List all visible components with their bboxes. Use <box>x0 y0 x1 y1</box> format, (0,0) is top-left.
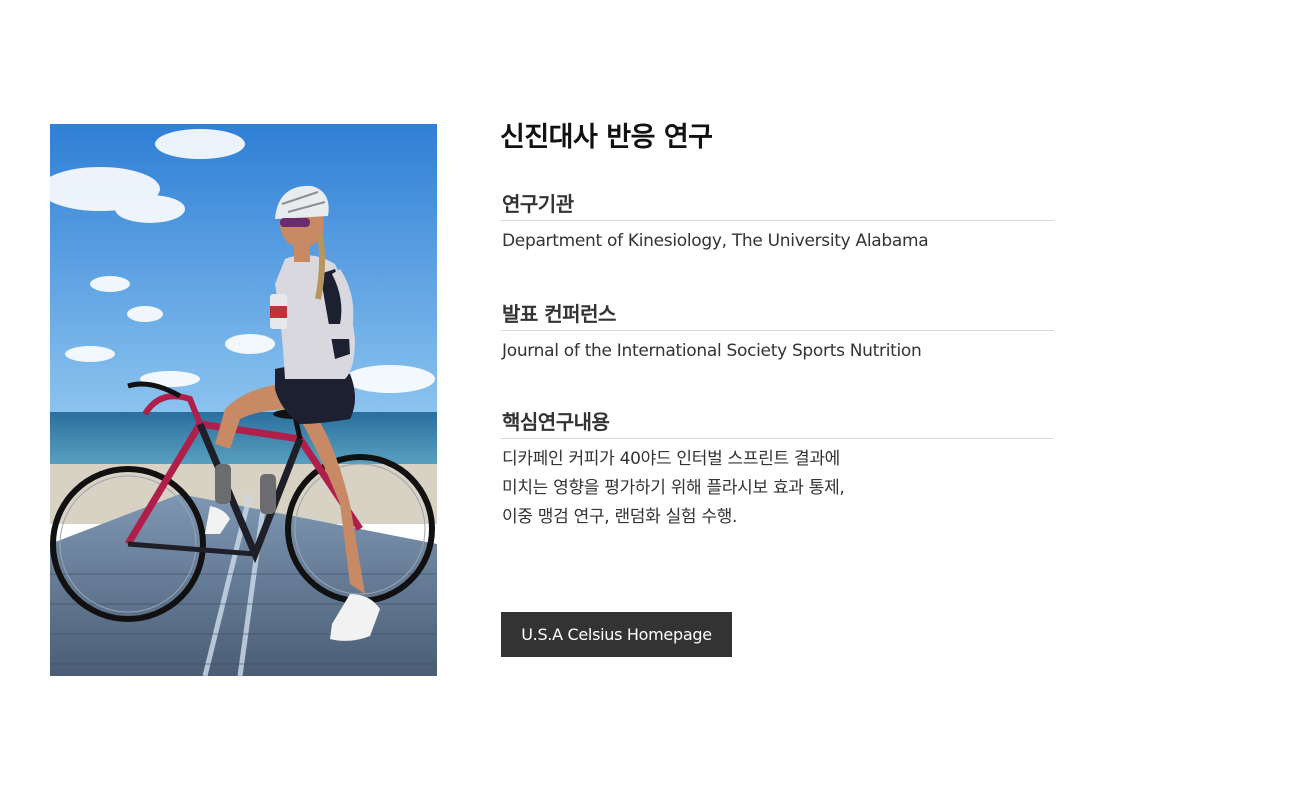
section-research-institution: 연구기관 Department of Kinesiology, The Univ… <box>500 188 1054 256</box>
section-body: 디카페인 커피가 40야드 인터벌 스프린트 결과에 미치는 영향을 평가하기 … <box>500 445 1054 532</box>
section-text-line: Department of Kinesiology, The Universit… <box>502 231 929 251</box>
section-body: Journal of the International Society Spo… <box>500 337 1054 366</box>
section-body: Department of Kinesiology, The Universit… <box>500 227 1054 256</box>
section-text-line: 이중 맹검 연구, 랜덤화 실험 수행. <box>502 507 738 527</box>
study-content: 신진대사 반응 연구 연구기관 Department of Kinesiolog… <box>500 118 1056 527</box>
page-title: 신진대사 반응 연구 <box>500 122 713 153</box>
celsius-homepage-button[interactable]: U.S.A Celsius Homepage <box>501 612 732 657</box>
section-heading: 핵심연구내용 <box>500 406 1054 439</box>
section-text-line: 미치는 영향을 평가하기 위해 플라시보 효과 통제, <box>502 478 845 498</box>
section-text-line: Journal of the International Society Spo… <box>502 341 922 361</box>
section-key-findings: 핵심연구내용 디카페인 커피가 40야드 인터벌 스프린트 결과에 미치는 영향… <box>500 406 1054 532</box>
section-text-line: 디카페인 커피가 40야드 인터벌 스프린트 결과에 <box>502 449 841 469</box>
section-heading: 연구기관 <box>500 188 1054 221</box>
section-heading: 발표 컨퍼런스 <box>500 298 1054 331</box>
section-conference: 발표 컨퍼런스 Journal of the International Soc… <box>500 298 1054 366</box>
cyclist-photo <box>50 124 437 676</box>
sea <box>50 412 437 472</box>
